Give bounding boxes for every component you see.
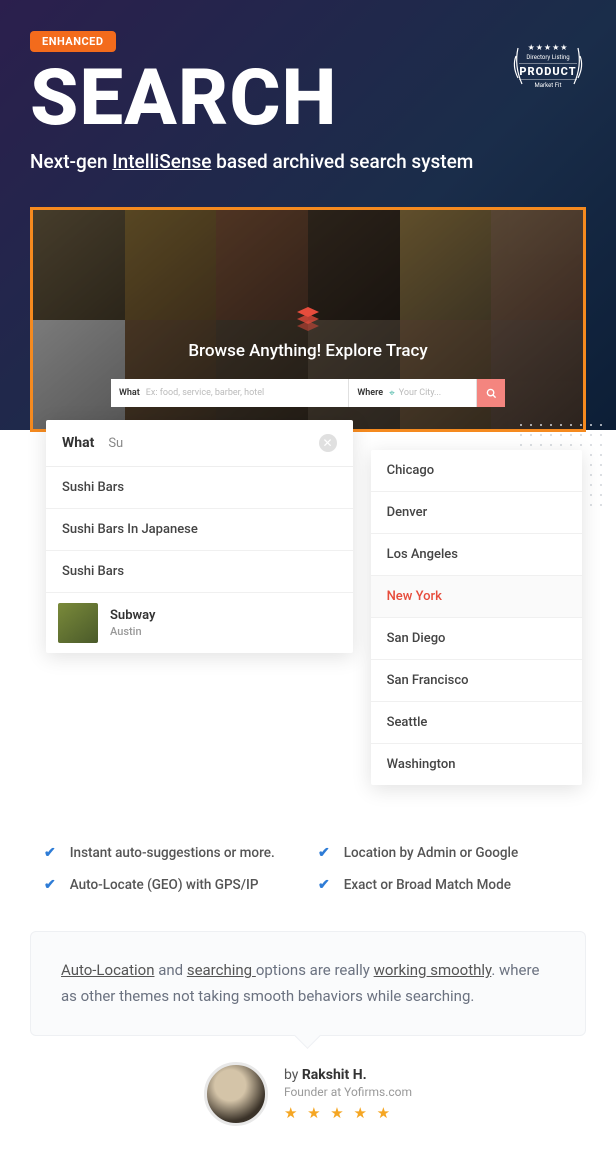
- screenshot-frame: Browse Anything! Explore Tracy What Ex: …: [30, 207, 586, 432]
- what-dropdown: What Su ✕ Sushi Bars Sushi Bars In Japan…: [46, 420, 353, 653]
- suggestion-sub: Austin: [110, 625, 155, 638]
- enhanced-badge: ENHANCED: [30, 31, 116, 52]
- feature-item: ✔Auto-Locate (GEO) with GPS/IP: [44, 877, 298, 893]
- badge-mid-text: PRODUCT: [519, 63, 576, 80]
- where-dropdown: Chicago Denver Los Angeles New York San …: [371, 450, 582, 785]
- rating-stars: ★ ★ ★ ★ ★: [284, 1104, 412, 1122]
- what-suggestion[interactable]: Sushi Bars: [46, 551, 353, 593]
- feature-item: ✔Exact or Broad Match Mode: [318, 877, 572, 893]
- what-suggestion[interactable]: Sushi Bars: [46, 467, 353, 509]
- check-icon: ✔: [318, 845, 330, 861]
- search-what-segment[interactable]: What Ex: food, service, barber, hotel: [111, 379, 349, 407]
- suggestion-title: Subway: [110, 608, 155, 623]
- stack-logo-icon: [295, 305, 321, 331]
- check-icon: ✔: [44, 845, 56, 861]
- author-role: Founder at Yofirms.com: [284, 1085, 412, 1099]
- search-where-segment[interactable]: Where ⌖ Your City...: [349, 379, 477, 407]
- what-suggestion-rich[interactable]: Subway Austin: [46, 593, 353, 653]
- badge-top-text: Directory Listing: [519, 54, 576, 61]
- browse-title: Browse Anything! Explore Tracy: [33, 341, 583, 361]
- where-option[interactable]: Chicago: [371, 450, 582, 492]
- hero: ENHANCED ★★★★★ Directory Listing PRODUCT…: [0, 0, 616, 430]
- testimonial-text: Auto-Location and searching options are …: [61, 958, 555, 1009]
- page-subtitle: Next-gen IntelliSense based archived sea…: [30, 150, 586, 173]
- search-button[interactable]: [477, 379, 505, 407]
- features-grid: ✔Instant auto-suggestions or more. ✔Loca…: [0, 825, 616, 923]
- what-suggestion[interactable]: Sushi Bars In Japanese: [46, 509, 353, 551]
- where-option[interactable]: Seattle: [371, 702, 582, 744]
- location-pin-icon: ⌖: [389, 388, 395, 399]
- what-dropdown-label: What: [62, 435, 94, 451]
- product-badge: ★★★★★ Directory Listing PRODUCT Market F…: [510, 28, 586, 104]
- what-dropdown-header: What Su ✕: [46, 420, 353, 467]
- badge-bot-text: Market Fit: [519, 82, 576, 89]
- what-placeholder: Ex: food, service, barber, hotel: [146, 388, 341, 398]
- where-option[interactable]: Washington: [371, 744, 582, 785]
- where-option[interactable]: Los Angeles: [371, 534, 582, 576]
- suggestion-thumb: [58, 603, 98, 643]
- where-option-selected[interactable]: New York: [371, 576, 582, 618]
- where-placeholder: Your City...: [399, 388, 468, 398]
- feature-item: ✔Location by Admin or Google: [318, 845, 572, 861]
- where-option[interactable]: Denver: [371, 492, 582, 534]
- check-icon: ✔: [318, 877, 330, 893]
- dropdowns-area: What Su ✕ Sushi Bars Sushi Bars In Japan…: [0, 420, 616, 825]
- what-dropdown-input[interactable]: Su: [108, 436, 318, 451]
- where-option[interactable]: San Diego: [371, 618, 582, 660]
- search-bar: What Ex: food, service, barber, hotel Wh…: [111, 379, 505, 407]
- badge-stars: ★★★★★: [519, 43, 576, 52]
- testimonial-card: Auto-Location and searching options are …: [30, 931, 586, 1036]
- clear-icon[interactable]: ✕: [319, 434, 337, 452]
- check-icon: ✔: [44, 877, 56, 893]
- page-title: SEARCH: [30, 60, 586, 138]
- what-label: What: [119, 388, 140, 398]
- avatar: [204, 1062, 268, 1126]
- where-label: Where: [357, 388, 383, 398]
- author-block: by Rakshit H. Founder at Yofirms.com ★ ★…: [0, 1062, 616, 1126]
- where-option[interactable]: San Francisco: [371, 660, 582, 702]
- feature-item: ✔Instant auto-suggestions or more.: [44, 845, 298, 861]
- author-name: by Rakshit H.: [284, 1067, 412, 1083]
